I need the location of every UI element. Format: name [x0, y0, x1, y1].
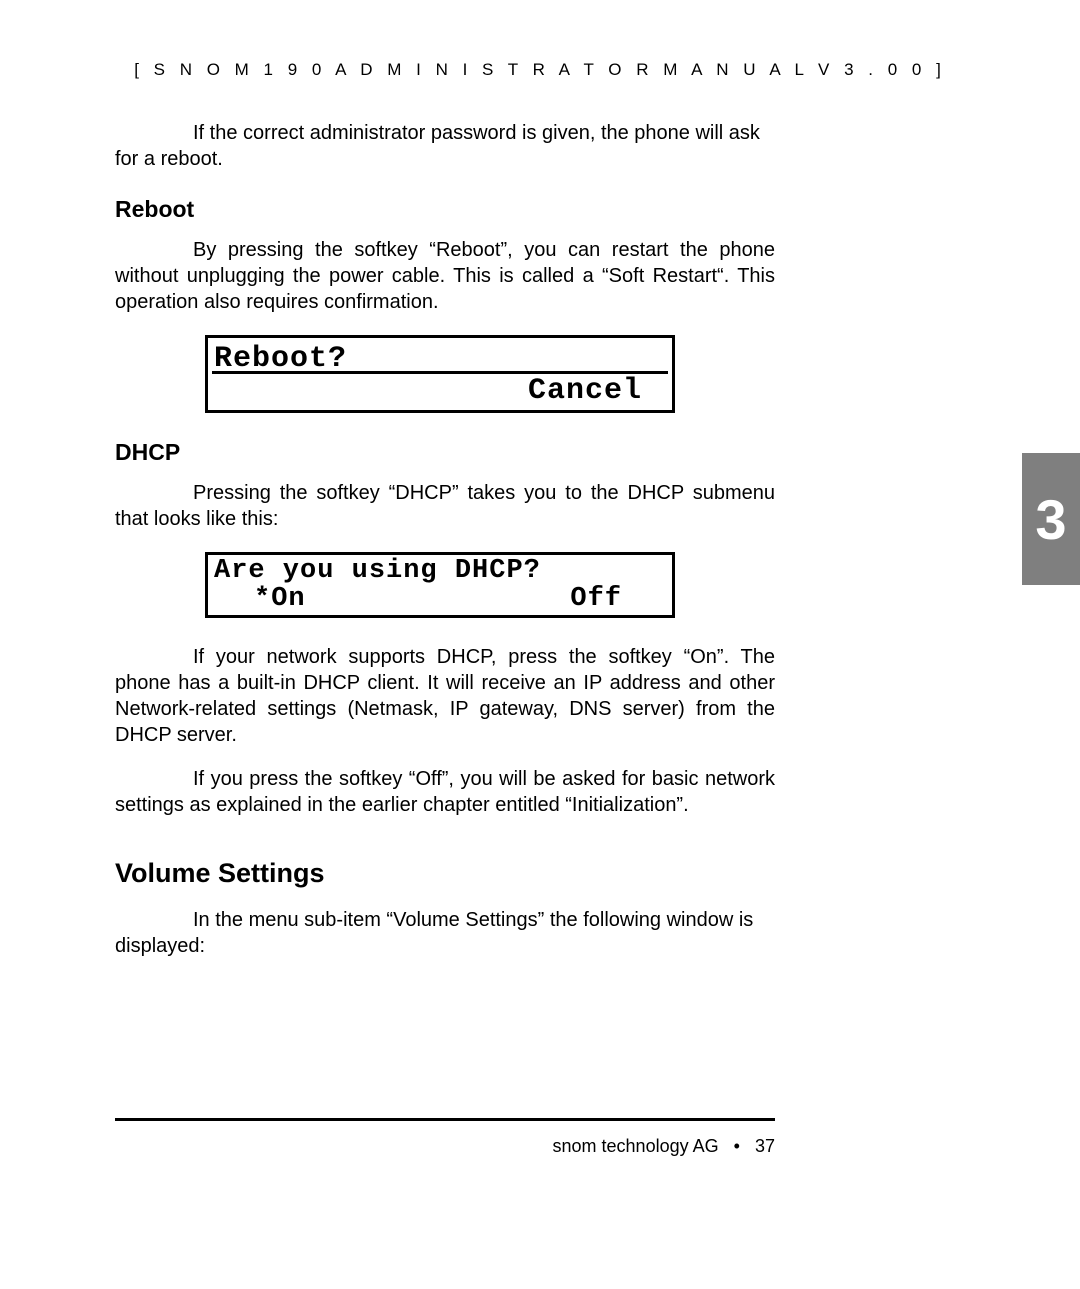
footer: snom technology AG • 37: [115, 1136, 775, 1157]
lcd-dhcp-option-off: Off: [570, 585, 622, 613]
lcd-reboot-wrap: Reboot? Cancel: [205, 335, 775, 413]
footer-separator: •: [724, 1136, 750, 1156]
dhcp-paragraph-1: Pressing the softkey “DHCP” takes you to…: [115, 480, 775, 532]
footer-company: snom technology AG: [553, 1136, 719, 1156]
dhcp-paragraph-3: If you press the softkey “Off”, you will…: [115, 766, 775, 818]
body-column: If the correct administrator password is…: [115, 120, 775, 959]
lcd-reboot-screen: Reboot? Cancel: [205, 335, 675, 413]
reboot-heading: Reboot: [115, 196, 775, 223]
lcd-dhcp-option-on: *On: [254, 585, 306, 613]
chapter-tab: 3: [1022, 453, 1080, 585]
volume-settings-heading: Volume Settings: [115, 858, 775, 889]
lcd-dhcp-wrap: Are you using DHCP? *On Off: [205, 552, 775, 618]
lcd-reboot-cancel: Cancel: [528, 376, 642, 406]
chapter-number: 3: [1035, 487, 1066, 552]
lcd-dhcp-prompt: Are you using DHCP?: [214, 557, 541, 585]
reboot-paragraph: By pressing the softkey “Reboot”, you ca…: [115, 237, 775, 315]
lcd-dhcp-options-row: *On Off: [208, 585, 672, 613]
dhcp-paragraph-2: If your network supports DHCP, press the…: [115, 644, 775, 748]
intro-paragraph: If the correct administrator password is…: [115, 120, 775, 172]
page: [ S N O M 1 9 0 A D M I N I S T R A T O …: [0, 0, 1080, 1289]
volume-settings-paragraph: In the menu sub-item “Volume Settings” t…: [115, 907, 775, 959]
page-header: [ S N O M 1 9 0 A D M I N I S T R A T O …: [115, 60, 965, 80]
footer-rule: [115, 1118, 775, 1121]
lcd-dhcp-screen: Are you using DHCP? *On Off: [205, 552, 675, 618]
lcd-reboot-prompt: Reboot?: [214, 344, 347, 374]
dhcp-heading: DHCP: [115, 439, 775, 466]
footer-page-number: 37: [755, 1136, 775, 1156]
manual-title: [ S N O M 1 9 0 A D M I N I S T R A T O …: [134, 60, 946, 79]
